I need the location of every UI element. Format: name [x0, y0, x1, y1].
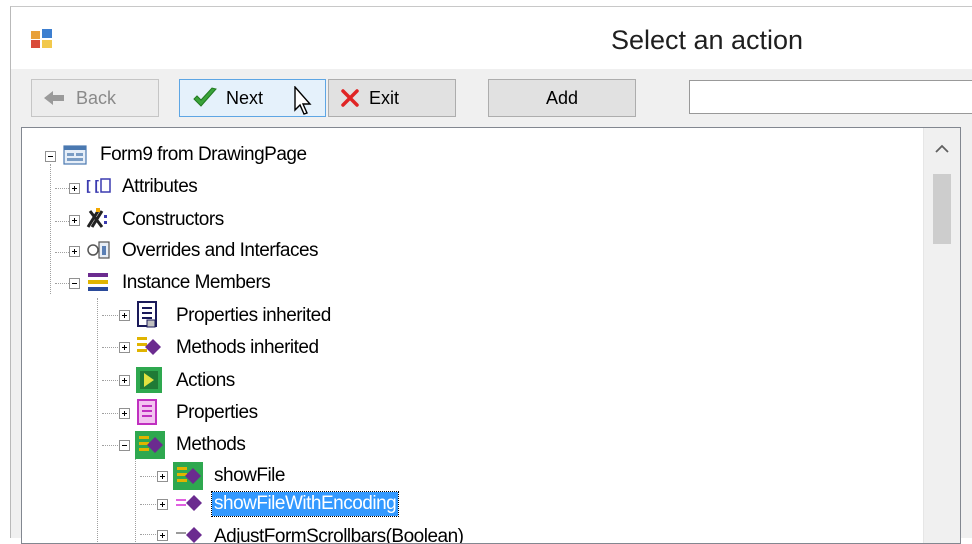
expander-attributes[interactable]	[69, 183, 80, 194]
action-tree[interactable]: Form9 from DrawingPage [[ Attributes Con…	[21, 127, 961, 544]
tree-item-methods[interactable]: Methods	[176, 433, 246, 457]
expander-properties[interactable]	[119, 408, 130, 419]
window-title: Select an action	[610, 25, 804, 55]
close-icon	[341, 89, 359, 107]
expander-properties-inherited[interactable]	[119, 310, 130, 321]
tree-item-overrides[interactable]: Overrides and Interfaces	[122, 239, 319, 263]
method-icon	[173, 462, 203, 490]
tree-item-show-file-with-encoding[interactable]: showFileWithEncoding	[210, 491, 400, 517]
svg-text:[[: [[	[84, 179, 101, 195]
back-button[interactable]: Back	[31, 79, 159, 117]
properties-icon	[137, 399, 157, 425]
properties-inherited-icon	[137, 301, 157, 328]
tree-item-attributes[interactable]: Attributes	[122, 175, 198, 199]
back-arrow-icon	[44, 91, 64, 105]
toolbar: Back Next Exit Add	[11, 69, 972, 121]
next-button-label: Next	[226, 87, 264, 108]
tree-item-instance-members[interactable]: Instance Members	[122, 271, 271, 295]
tree-item-properties[interactable]: Properties	[176, 401, 258, 425]
method-icon	[176, 495, 202, 511]
vertical-scrollbar[interactable]	[923, 128, 960, 543]
select-action-window: Select an action Back Next Exit Add Form…	[10, 6, 972, 544]
constructors-icon	[86, 208, 107, 228]
tree-item-actions[interactable]: Actions	[176, 369, 235, 393]
back-button-label: Back	[76, 87, 117, 108]
tree-item-root[interactable]: Form9 from DrawingPage	[100, 143, 307, 167]
mouse-pointer-icon	[294, 86, 312, 115]
expander-instance-members[interactable]	[69, 278, 80, 289]
method-icon	[176, 527, 202, 543]
scroll-thumb[interactable]	[933, 174, 951, 244]
methods-inherited-icon	[137, 337, 161, 355]
tree-item-adjust-form-scrollbars[interactable]: AdjustFormScrollbars(Boolean)	[214, 525, 464, 543]
actions-icon	[136, 367, 162, 393]
title-bar: Select an action	[11, 7, 972, 69]
tree-item-constructors[interactable]: Constructors	[122, 208, 224, 232]
tree-item-properties-inherited[interactable]: Properties inherited	[176, 304, 331, 328]
methods-icon	[135, 431, 165, 459]
search-input[interactable]	[689, 80, 972, 114]
tree-item-methods-inherited[interactable]: Methods inherited	[176, 336, 319, 360]
attributes-icon: [[	[84, 178, 111, 195]
overrides-icon	[87, 241, 110, 259]
expander-actions[interactable]	[119, 375, 130, 386]
add-button[interactable]: Add	[488, 79, 636, 117]
exit-button-label: Exit	[369, 87, 400, 108]
expander-overrides[interactable]	[69, 246, 80, 257]
expander-show-file-with-encoding[interactable]	[157, 499, 168, 510]
expander-methods[interactable]	[119, 440, 130, 451]
instance-members-icon	[88, 273, 108, 291]
tree-item-show-file[interactable]: showFile	[214, 464, 285, 488]
expander-adjust-form-scrollbars[interactable]	[157, 530, 168, 541]
exit-button[interactable]: Exit	[328, 79, 456, 117]
form-icon	[63, 145, 87, 165]
check-icon	[193, 87, 217, 107]
add-button-label: Add	[545, 87, 579, 108]
expander-methods-inherited[interactable]	[119, 342, 130, 353]
scroll-up-icon[interactable]	[934, 142, 950, 156]
expander-constructors[interactable]	[69, 215, 80, 226]
expander-root[interactable]	[45, 151, 56, 162]
expander-show-file[interactable]	[157, 471, 168, 482]
